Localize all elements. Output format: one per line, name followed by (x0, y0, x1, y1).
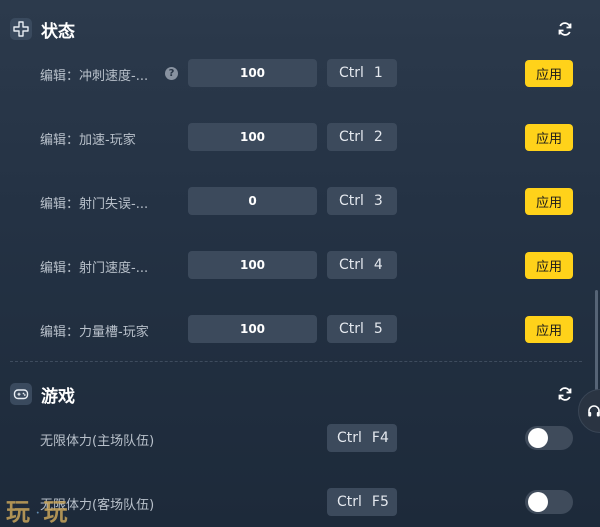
apply-button[interactable]: 应用 (525, 188, 573, 215)
toggle-switch[interactable] (525, 426, 573, 450)
watermark-left: 玩 (6, 497, 32, 526)
row-label: 编辑：冲刺速度-... (40, 69, 149, 84)
hotkey-key: 5 (373, 321, 383, 337)
hotkey-key: 2 (373, 129, 383, 145)
help-icon[interactable]: ? (165, 67, 178, 80)
hotkey-badge: Ctrl 2 (327, 123, 397, 151)
hotkey-mod: Ctrl (337, 430, 362, 446)
toggle-knob (528, 428, 548, 448)
row-label: 编辑：力量槽-玩家 (40, 325, 149, 340)
row-label: 编辑：射门速度-... (40, 261, 149, 276)
status-row: 编辑：射门失误-... 0 Ctrl 3 应用 (0, 187, 600, 217)
status-row: 编辑：射门速度-... 100 Ctrl 4 应用 (0, 251, 600, 281)
value-input[interactable]: 100 (188, 251, 317, 279)
hotkey-mod: Ctrl (339, 129, 364, 145)
apply-button[interactable]: 应用 (525, 316, 573, 343)
status-row: 编辑：加速-玩家 100 Ctrl 2 应用 (0, 123, 600, 153)
refresh-icon[interactable] (556, 385, 574, 403)
hotkey-badge: Ctrl F5 (327, 488, 397, 516)
hotkey-mod: Ctrl (339, 65, 364, 81)
game-section-header: 游戏 (10, 381, 75, 407)
status-section-title: 状态 (41, 21, 75, 42)
hotkey-mod: Ctrl (339, 193, 364, 209)
hotkey-key: 3 (373, 193, 383, 209)
value-input[interactable]: 0 (188, 187, 317, 215)
hotkey-badge: Ctrl 3 (327, 187, 397, 215)
watermark-logo: 玩 · 玩 (6, 492, 69, 527)
apply-button[interactable]: 应用 (525, 60, 573, 87)
hotkey-badge: Ctrl 5 (327, 315, 397, 343)
hotkey-mod: Ctrl (337, 494, 362, 510)
status-section-header: 状态 (10, 16, 75, 42)
refresh-icon[interactable] (556, 20, 574, 38)
status-row: 编辑：力量槽-玩家 100 Ctrl 5 应用 (0, 315, 600, 345)
gamepad-icon (10, 383, 32, 405)
row-label: 无限体力(主场队伍) (40, 434, 155, 449)
value-input[interactable]: 100 (188, 315, 317, 343)
status-row: 编辑：冲刺速度-... ? 100 Ctrl 1 应用 (0, 59, 600, 89)
toggle-knob (528, 492, 548, 512)
hotkey-key: F4 (371, 430, 389, 446)
game-row: 无限体力(主场队伍) Ctrl F4 (0, 424, 600, 454)
apply-button[interactable]: 应用 (525, 124, 573, 151)
watermark-right: 玩 (43, 497, 70, 526)
hotkey-mod: Ctrl (339, 257, 364, 273)
hotkey-badge: Ctrl 1 (327, 59, 397, 87)
hotkey-key: 1 (373, 65, 383, 81)
hotkey-badge: Ctrl F4 (327, 424, 397, 452)
hotkey-key: 4 (373, 257, 383, 273)
hotkey-key: F5 (371, 494, 389, 510)
value-input[interactable]: 100 (188, 123, 317, 151)
game-section-title: 游戏 (41, 386, 75, 407)
toggle-switch[interactable] (525, 490, 573, 514)
apply-button[interactable]: 应用 (525, 252, 573, 279)
hotkey-badge: Ctrl 4 (327, 251, 397, 279)
row-label: 编辑：射门失误-... (40, 197, 149, 212)
hotkey-mod: Ctrl (339, 321, 364, 337)
settings-cross-icon (10, 18, 32, 40)
row-label: 编辑：加速-玩家 (40, 133, 136, 148)
watermark-mid: · (36, 508, 40, 519)
game-row: 无限体力(客场队伍) Ctrl F5 (0, 488, 600, 518)
value-input[interactable]: 100 (188, 59, 317, 87)
section-divider (10, 361, 582, 362)
